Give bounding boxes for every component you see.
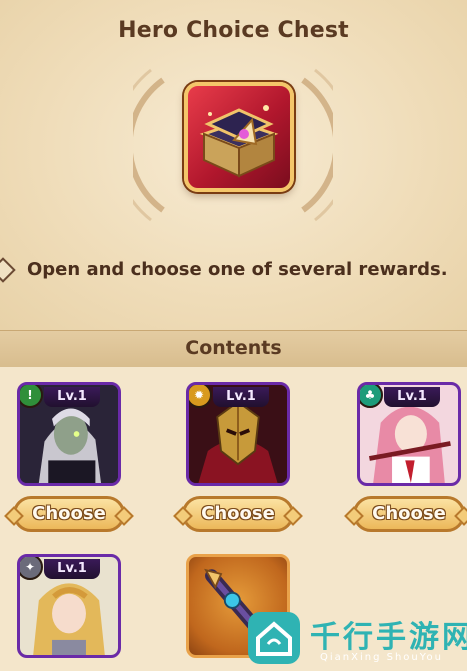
page-title: Hero Choice Chest (118, 18, 349, 43)
hero-portrait[interactable]: Lv.1 ♣ (357, 382, 461, 486)
site-watermark: 千行手游网 QianXing ShouYou (238, 604, 467, 671)
hero-level-tag: Lv.1 (384, 387, 440, 407)
watermark-chinese: 千行手游网 (310, 620, 467, 655)
diamond-bullet-icon (0, 257, 16, 283)
chest-info-panel: Hero Choice Chest Open and choose one of… (0, 0, 467, 330)
chest-icon-frame (184, 82, 294, 192)
nature-faction-icon: ♣ (360, 385, 383, 408)
hero-portrait[interactable]: Lv.1 ! (17, 382, 121, 486)
hero-level-tag: Lv.1 (44, 559, 100, 579)
hero-portrait[interactable]: Lv.1 ✹ (186, 382, 290, 486)
hero-portrait[interactable]: Lv.1 ✦ (17, 554, 121, 658)
hero-level-tag: Lv.1 (44, 387, 100, 407)
hero-level-tag: Lv.1 (213, 387, 269, 407)
choose-button[interactable]: Choose (13, 496, 125, 532)
chest-description: Open and choose one of several rewards. (27, 259, 448, 280)
sun-faction-icon: ✹ (189, 385, 212, 408)
contents-header: Contents (0, 330, 467, 368)
house-logo-icon (248, 612, 300, 664)
watermark-pinyin: QianXing ShouYou (320, 652, 443, 663)
treasure-chest-icon (199, 105, 279, 178)
earth-faction-icon: ! (20, 385, 43, 408)
choose-button[interactable]: Choose (182, 496, 294, 532)
star-faction-icon: ✦ (20, 557, 43, 580)
description-row: Open and choose one of several rewards. (0, 255, 467, 285)
contents-label: Contents (185, 337, 282, 359)
choose-button[interactable]: Choose (353, 496, 465, 532)
